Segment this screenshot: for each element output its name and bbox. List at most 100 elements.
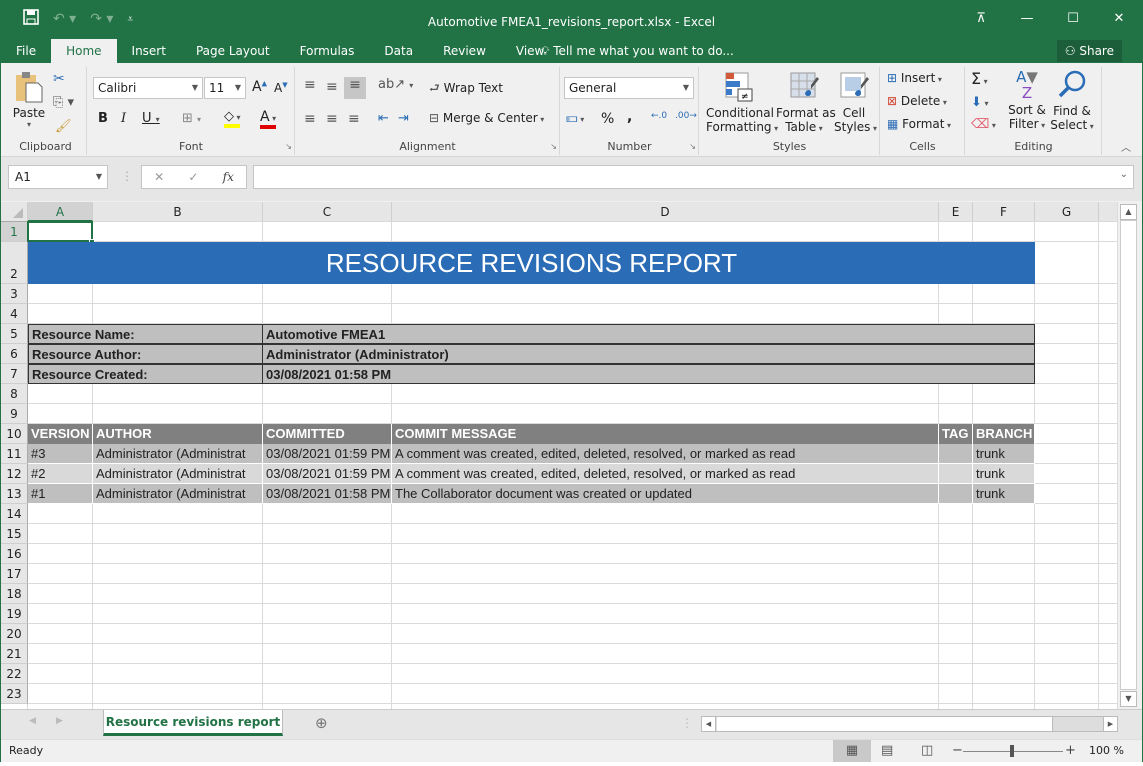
align-center-icon[interactable]: ≡ (326, 111, 338, 127)
horizontal-scroll-thumb[interactable] (717, 717, 1053, 731)
cell-styles-button[interactable]: Cell Styles ▾ (834, 71, 877, 134)
sort-filter-button[interactable]: A▼ Z Sort & Filter ▾ (1006, 69, 1048, 131)
ribbon-display-options-icon[interactable]: ⊼ (958, 5, 1004, 33)
expand-formula-bar-icon[interactable]: ⌄ (1120, 169, 1128, 180)
row-header-15[interactable]: 15 (1, 524, 28, 544)
row-header-10[interactable]: 10 (1, 424, 28, 444)
middle-align-icon[interactable]: ≡ (326, 79, 338, 95)
decrease-indent-icon[interactable]: ⇤ (378, 111, 389, 126)
table-cell[interactable] (939, 444, 973, 464)
conditional-formatting-button[interactable]: ≠ Conditional Formatting ▾ (706, 71, 778, 134)
dialog-launcher-icon[interactable]: ↘ (285, 142, 292, 151)
select-all-corner[interactable] (1, 202, 28, 222)
scroll-left-icon[interactable]: ◀ (702, 717, 716, 731)
increase-indent-icon[interactable]: ⇥ (398, 111, 409, 126)
row-header-5[interactable]: 5 (1, 324, 28, 344)
bottom-align-icon[interactable]: ≡ (344, 77, 366, 99)
row-header-23[interactable]: 23 (1, 684, 28, 704)
table-header-branch[interactable]: BRANCH (973, 424, 1035, 444)
table-cell[interactable] (939, 484, 973, 504)
table-cell[interactable]: 03/08/2021 01:58 PM (263, 484, 392, 504)
split-handle-icon[interactable]: ⋮ (681, 716, 693, 730)
row-header-8[interactable]: 8 (1, 384, 28, 404)
table-header-author[interactable]: AUTHOR (93, 424, 263, 444)
normal-view-icon[interactable]: ▦ (833, 740, 871, 762)
next-sheet-icon[interactable]: ▶ (56, 716, 63, 726)
autosum-icon[interactable]: Σ ▾ (971, 69, 988, 88)
find-select-button[interactable]: Find & Select ▾ (1050, 69, 1094, 132)
table-cell[interactable]: 03/08/2021 01:59 PM (263, 464, 392, 484)
column-header-e[interactable]: E (939, 202, 973, 222)
row-header-14[interactable]: 14 (1, 504, 28, 524)
column-header-g[interactable]: G (1035, 202, 1099, 222)
table-header-tag[interactable]: TAG (939, 424, 973, 444)
fill-color-button[interactable]: ◇ ▾ (224, 109, 254, 128)
row-header-2[interactable]: 2 (1, 242, 28, 284)
underline-button[interactable]: U ▾ (142, 111, 160, 126)
accounting-format-icon[interactable]: 💵︎ ▾ (566, 111, 584, 126)
tab-review[interactable]: Review (428, 39, 501, 63)
row-header-12[interactable]: 12 (1, 464, 28, 484)
table-cell[interactable]: #3 (28, 444, 93, 464)
scroll-right-icon[interactable]: ▶ (1103, 717, 1117, 731)
row-header-13[interactable]: 13 (1, 484, 28, 504)
close-button[interactable]: ✕ (1096, 5, 1142, 33)
table-cell[interactable]: Administrator (Administrat (93, 484, 263, 504)
tab-home[interactable]: Home (51, 39, 117, 63)
horizontal-scrollbar[interactable]: ◀ ▶ (701, 716, 1118, 732)
table-cell[interactable]: #1 (28, 484, 93, 504)
zoom-in-button[interactable]: + (1065, 740, 1076, 762)
align-left-icon[interactable]: ≡ (304, 111, 316, 127)
spreadsheet-grid[interactable]: A B C D E F G 1 2 3 4 5 6 7 8 9 10 11 12 13 14 15 16 17 18 19 20 21… (1, 202, 1117, 709)
increase-decimal-icon[interactable]: ←.0 (651, 111, 667, 121)
format-cells-button[interactable]: ▦ Format ▾ (887, 117, 951, 131)
scroll-thumb[interactable] (1120, 220, 1137, 690)
drag-handle-icon[interactable]: ⋮ (121, 169, 133, 183)
clear-eraser-icon[interactable]: ⌫ ▾ (971, 117, 996, 132)
page-break-preview-icon[interactable]: ◫ (921, 740, 933, 762)
increase-font-size-icon[interactable]: A▲ (252, 79, 267, 95)
table-cell[interactable]: The Collaborator document was created or… (392, 484, 939, 504)
table-cell[interactable]: Administrator (Administrat (93, 464, 263, 484)
active-cell-a1[interactable] (27, 221, 93, 242)
table-header-commit-message[interactable]: COMMIT MESSAGE (392, 424, 939, 444)
wrap-text-button[interactable]: ⮐ Wrap Text (429, 79, 503, 100)
format-painter-icon[interactable]: 🖌︎ (55, 119, 72, 134)
row-header-16[interactable]: 16 (1, 544, 28, 564)
column-header-f[interactable]: F (973, 202, 1035, 222)
row-header-22[interactable]: 22 (1, 664, 28, 684)
tab-data[interactable]: Data (369, 39, 428, 63)
page-layout-view-icon[interactable]: ▤ (881, 740, 893, 762)
row-header-20[interactable]: 20 (1, 624, 28, 644)
row-header-6[interactable]: 6 (1, 344, 28, 364)
align-right-icon[interactable]: ≡ (348, 111, 360, 127)
row-header-17[interactable]: 17 (1, 564, 28, 584)
column-header-a[interactable]: A (28, 202, 93, 222)
zoom-level[interactable]: 100 % (1089, 740, 1124, 762)
row-header-1[interactable]: 1 (1, 222, 28, 242)
scroll-up-icon[interactable]: ▲ (1120, 204, 1137, 220)
comma-button[interactable]: , (627, 109, 632, 125)
zoom-slider-thumb[interactable] (1010, 745, 1014, 757)
table-header-version[interactable]: VERSION (28, 424, 93, 444)
italic-button[interactable]: I (121, 111, 126, 126)
tab-file[interactable]: File (1, 39, 51, 63)
fill-icon[interactable]: ⬇ ▾ (971, 95, 988, 110)
percent-button[interactable]: % (601, 111, 614, 127)
delete-cells-button[interactable]: ⊠ Delete ▾ (887, 94, 947, 108)
merge-center-button[interactable]: ⊟ Merge & Center ▾ (429, 111, 544, 125)
font-name-combo[interactable]: Calibri ▼ (93, 77, 203, 99)
table-cell[interactable]: Administrator (Administrat (93, 444, 263, 464)
share-button[interactable]: ⚇ Share (1056, 40, 1122, 62)
decrease-decimal-icon[interactable]: .00→ (675, 111, 697, 121)
enter-check-icon[interactable]: ✓ (188, 170, 198, 184)
number-format-combo[interactable]: General ▼ (564, 77, 694, 99)
row-header-19[interactable]: 19 (1, 604, 28, 624)
vertical-scrollbar[interactable]: ▲ ▼ (1117, 202, 1139, 709)
orientation-icon[interactable]: ab↗ ▾ (378, 77, 413, 92)
paste-button[interactable]: Paste ▾ (11, 71, 47, 129)
table-cell[interactable]: A comment was created, edited, deleted, … (392, 464, 939, 484)
add-sheet-icon[interactable]: ⊕ (315, 714, 328, 732)
table-cell[interactable] (939, 464, 973, 484)
table-cell[interactable]: trunk (973, 444, 1035, 464)
